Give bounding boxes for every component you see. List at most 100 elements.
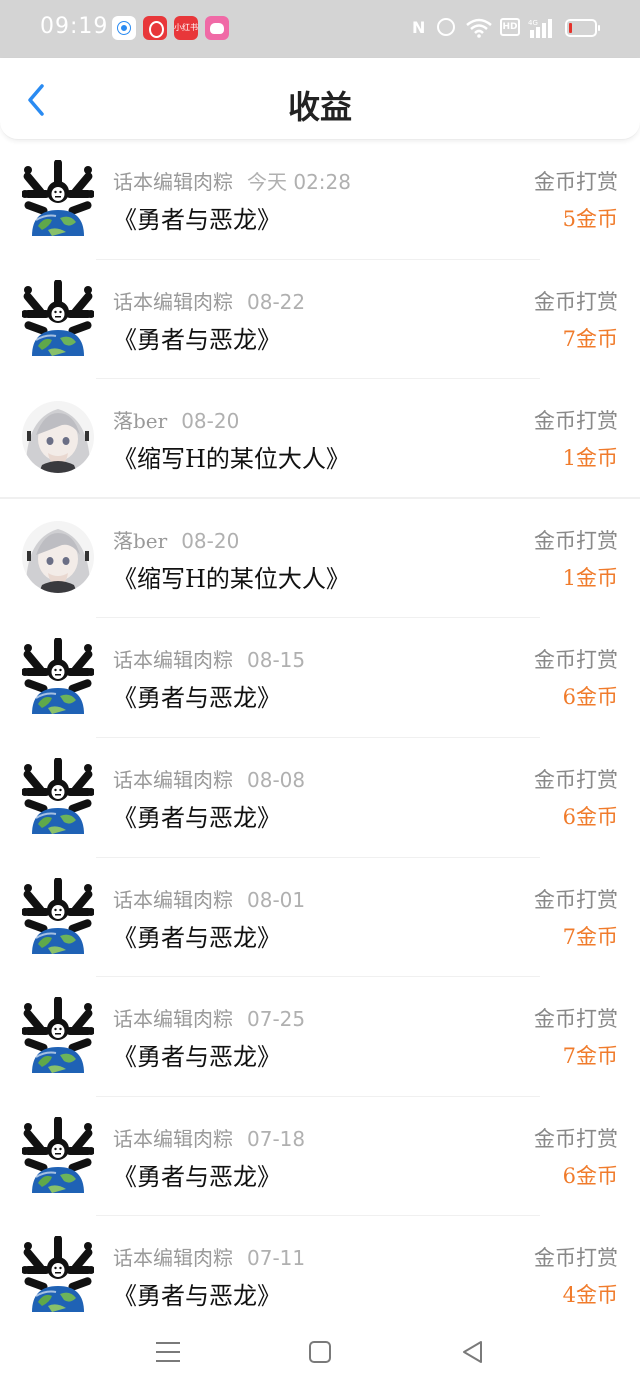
row-meta: 话本编辑肉粽 08-22: [113, 286, 305, 315]
row-meta: 落ber 08-20: [113, 405, 239, 434]
cartoon-earth-avatar[interactable]: [21, 1235, 95, 1313]
reward-type: 金币打赏: [534, 1007, 618, 1032]
work-title: 《勇者与恶龙》: [113, 1282, 281, 1311]
cat-app-icon: [205, 16, 229, 40]
row-date: 08-08: [247, 767, 306, 792]
row-date: 08-01: [247, 887, 306, 912]
system-back-button[interactable]: [453, 1332, 493, 1372]
earnings-row[interactable]: 落ber 08-20 《缩写H的某位大人》 金币打赏 1金币: [0, 499, 640, 619]
row-meta: 话本编辑肉粽 今天 02:28: [113, 166, 351, 195]
battery-icon: [565, 19, 600, 37]
nfc-icon: N: [412, 18, 426, 37]
user-name: 话本编辑肉粽: [113, 1246, 233, 1271]
reward-type: 金币打赏: [534, 1126, 618, 1151]
row-meta: 话本编辑肉粽 07-11: [113, 1242, 305, 1271]
row-date: 07-11: [247, 1246, 306, 1271]
reward-amount: 6金币: [562, 685, 618, 710]
reward-type: 金币打赏: [534, 887, 618, 912]
user-name: 话本编辑肉粽: [113, 767, 233, 792]
anime-girl-avatar[interactable]: [22, 519, 94, 595]
work-title: 《勇者与恶龙》: [113, 1043, 281, 1072]
earnings-row[interactable]: 话本编辑肉粽 08-01 《勇者与恶龙》 金币打赏 7金币: [0, 858, 640, 978]
reward-amount: 5金币: [562, 207, 618, 231]
reward-amount: 7金币: [562, 924, 618, 949]
earnings-row[interactable]: 话本编辑肉粽 07-18 《勇者与恶龙》 金币打赏 6金币: [0, 1097, 640, 1217]
row-date: 07-25: [247, 1007, 306, 1032]
work-title: 《勇者与恶龙》: [113, 206, 281, 234]
row-meta: 话本编辑肉粽 08-15: [113, 644, 305, 673]
earnings-row[interactable]: 话本编辑肉粽 08-08 《勇者与恶龙》 金币打赏 6金币: [0, 738, 640, 858]
user-name: 话本编辑肉粽: [113, 289, 233, 314]
wifi-icon: [466, 18, 492, 38]
work-title: 《勇者与恶龙》: [113, 803, 281, 832]
user-name: 落ber: [113, 409, 168, 434]
row-date: 08-20: [181, 409, 240, 434]
reward-type: 金币打赏: [534, 1246, 618, 1271]
user-name: 话本编辑肉粽: [113, 170, 233, 194]
home-square-icon: [309, 1341, 331, 1363]
reward-type: 金币打赏: [534, 528, 618, 553]
work-title: 《勇者与恶龙》: [113, 684, 281, 713]
cartoon-earth-avatar[interactable]: [21, 278, 95, 356]
reward-type: 金币打赏: [534, 767, 618, 792]
reward-amount: 7金币: [562, 326, 618, 351]
row-meta: 落ber 08-20: [113, 525, 239, 554]
status-bar: 09:19 小红书 N HD 4G: [0, 0, 640, 58]
hd-icon: HD: [500, 18, 520, 36]
reward-amount: 1金币: [562, 446, 618, 471]
row-meta: 话本编辑肉粽 08-01: [113, 884, 305, 913]
work-title: 《勇者与恶龙》: [113, 923, 281, 952]
row-meta: 话本编辑肉粽 07-18: [113, 1123, 305, 1152]
home-button[interactable]: [300, 1332, 340, 1372]
reward-type: 金币打赏: [534, 289, 618, 314]
system-nav-bar: [0, 1318, 640, 1387]
cartoon-earth-avatar[interactable]: [21, 756, 95, 834]
cartoon-earth-avatar[interactable]: [21, 996, 95, 1074]
anime-girl-avatar[interactable]: [22, 399, 94, 475]
cartoon-earth-avatar[interactable]: [21, 1115, 95, 1193]
earnings-row[interactable]: 话本编辑肉粽 今天 02:28 《勇者与恶龙》 金币打赏 5金币: [0, 140, 640, 260]
work-title: 《勇者与恶龙》: [113, 1162, 281, 1191]
recent-apps-button[interactable]: [148, 1332, 188, 1372]
earnings-row[interactable]: 落ber 08-20 《缩写H的某位大人》 金币打赏 1金币: [0, 379, 640, 499]
reward-amount: 6金币: [562, 804, 618, 829]
cartoon-earth-avatar[interactable]: [21, 637, 95, 715]
row-date: 08-20: [181, 528, 240, 553]
user-name: 话本编辑肉粽: [113, 648, 233, 673]
user-name: 话本编辑肉粽: [113, 1126, 233, 1151]
cartoon-earth-avatar[interactable]: [21, 159, 95, 236]
reward-amount: 4金币: [562, 1283, 618, 1308]
cartoon-earth-avatar[interactable]: [21, 876, 95, 954]
row-date: 今天 02:28: [247, 170, 351, 194]
browser-app-icon: [112, 16, 136, 40]
earnings-row[interactable]: 话本编辑肉粽 08-22 《勇者与恶龙》 金币打赏 7金币: [0, 260, 640, 380]
user-name: 话本编辑肉粽: [113, 1007, 233, 1032]
app-header: 收益: [0, 58, 640, 140]
reward-amount: 6金币: [562, 1163, 618, 1188]
row-meta: 话本编辑肉粽 08-08: [113, 764, 305, 793]
reward-amount: 7金币: [562, 1044, 618, 1069]
work-title: 《缩写H的某位大人》: [113, 445, 350, 474]
row-date: 08-15: [247, 648, 306, 673]
user-name: 话本编辑肉粽: [113, 887, 233, 912]
back-triangle-icon: [463, 1341, 482, 1363]
row-date: 07-18: [247, 1126, 306, 1151]
earnings-row[interactable]: 话本编辑肉粽 07-25 《勇者与恶龙》 金币打赏 7金币: [0, 977, 640, 1097]
earnings-row[interactable]: 话本编辑肉粽 08-15 《勇者与恶龙》 金币打赏 6金币: [0, 618, 640, 738]
reward-type: 金币打赏: [534, 409, 618, 434]
status-time: 09:19: [40, 14, 109, 39]
reward-type: 金币打赏: [534, 170, 618, 194]
signal-icon: 4G: [528, 18, 554, 38]
alarm-icon: [437, 18, 455, 36]
work-title: 《缩写H的某位大人》: [113, 564, 350, 593]
netease-music-icon: [143, 16, 167, 40]
row-date: 08-22: [247, 289, 306, 314]
earnings-list: 话本编辑肉粽今天 02:28《勇者与恶龙》金币打赏5金币 话本编辑肉粽: [0, 140, 640, 1336]
xiaohongshu-icon: 小红书: [174, 16, 198, 40]
reward-type: 金币打赏: [534, 648, 618, 673]
page-title: 收益: [287, 88, 352, 126]
user-name: 落ber: [113, 528, 168, 553]
network-type-label: 4G: [528, 19, 538, 27]
menu-icon: [156, 1342, 180, 1362]
work-title: 《勇者与恶龙》: [113, 325, 281, 354]
